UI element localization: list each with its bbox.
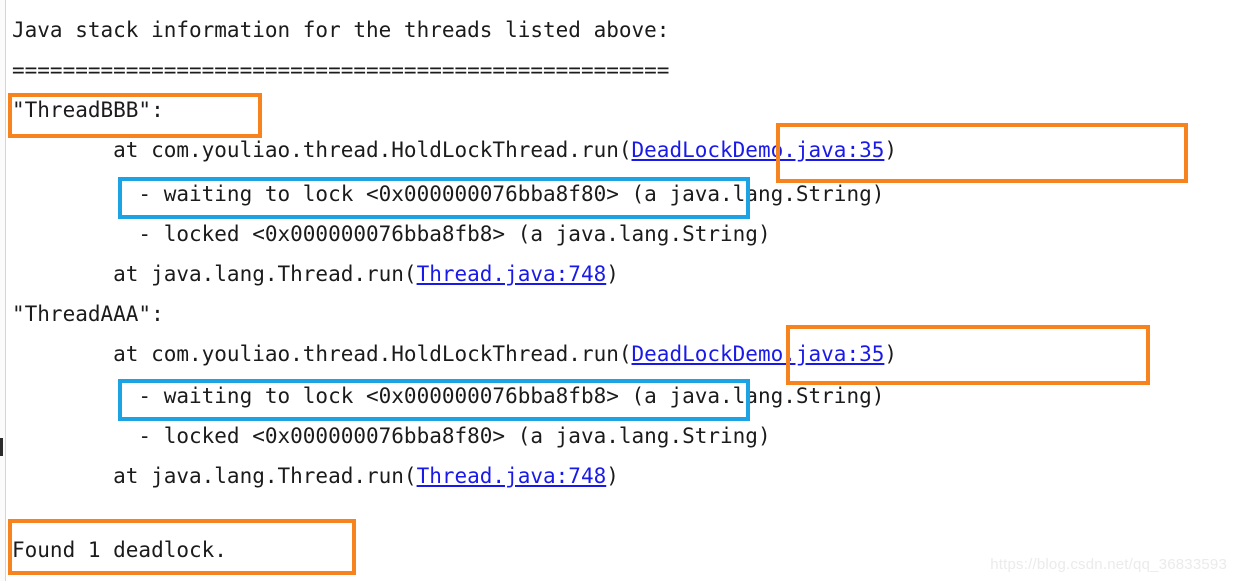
frame-prefix-text: at java.lang.Thread.run( (12, 464, 417, 488)
thread-aaa-frame-2: at java.lang.Thread.run(Thread.java:748) (12, 464, 619, 488)
frame-prefix-text: at com.youliao.thread.HoldLockThread.run… (12, 138, 632, 162)
thread-aaa-name: "ThreadAAA": (12, 302, 164, 326)
frame-prefix-text: at com.youliao.thread.HoldLockThread.run… (12, 342, 632, 366)
frame-suffix-text: ) (606, 262, 619, 286)
thread-bbb-frame-1: at com.youliao.thread.HoldLockThread.run… (12, 138, 897, 162)
thread-aaa-waiting-lock: - waiting to lock <0x000000076bba8fb8> (… (12, 384, 885, 408)
frame-suffix-text: ) (884, 138, 898, 162)
gutter-divider (5, 0, 6, 581)
thread-aaa-frame-1: at com.youliao.thread.HoldLockThread.run… (12, 342, 897, 366)
thread-bbb-name: "ThreadBBB": (12, 98, 164, 122)
source-link-threadjava[interactable]: Thread.java:748 (417, 262, 607, 286)
thread-bbb-locked: - locked <0x000000076bba8fb8> (a java.la… (12, 222, 771, 246)
found-deadlock-line: Found 1 deadlock. (12, 538, 227, 562)
frame-prefix-text: at java.lang.Thread.run( (12, 262, 417, 286)
thread-bbb-waiting-lock: - waiting to lock <0x000000076bba8f80> (… (12, 182, 885, 206)
thread-aaa-locked: - locked <0x000000076bba8f80> (a java.la… (12, 424, 771, 448)
source-link-threadjava[interactable]: Thread.java:748 (417, 464, 607, 488)
watermark: https://blog.csdn.net/qq_36833593 (990, 556, 1227, 573)
source-link-deadlockdemo[interactable]: DeadLockDemo.java:35 (632, 138, 885, 162)
scroll-position-marker[interactable] (0, 438, 3, 456)
console-output-pane[interactable]: Java stack information for the threads l… (0, 0, 1235, 581)
stack-header-line: Java stack information for the threads l… (12, 18, 670, 42)
source-link-deadlockdemo[interactable]: DeadLockDemo.java:35 (632, 342, 885, 366)
frame-suffix-text: ) (884, 342, 898, 366)
frame-suffix-text: ) (606, 464, 619, 488)
thread-bbb-frame-2: at java.lang.Thread.run(Thread.java:748) (12, 262, 619, 286)
separator-line: ========================================… (12, 58, 670, 82)
